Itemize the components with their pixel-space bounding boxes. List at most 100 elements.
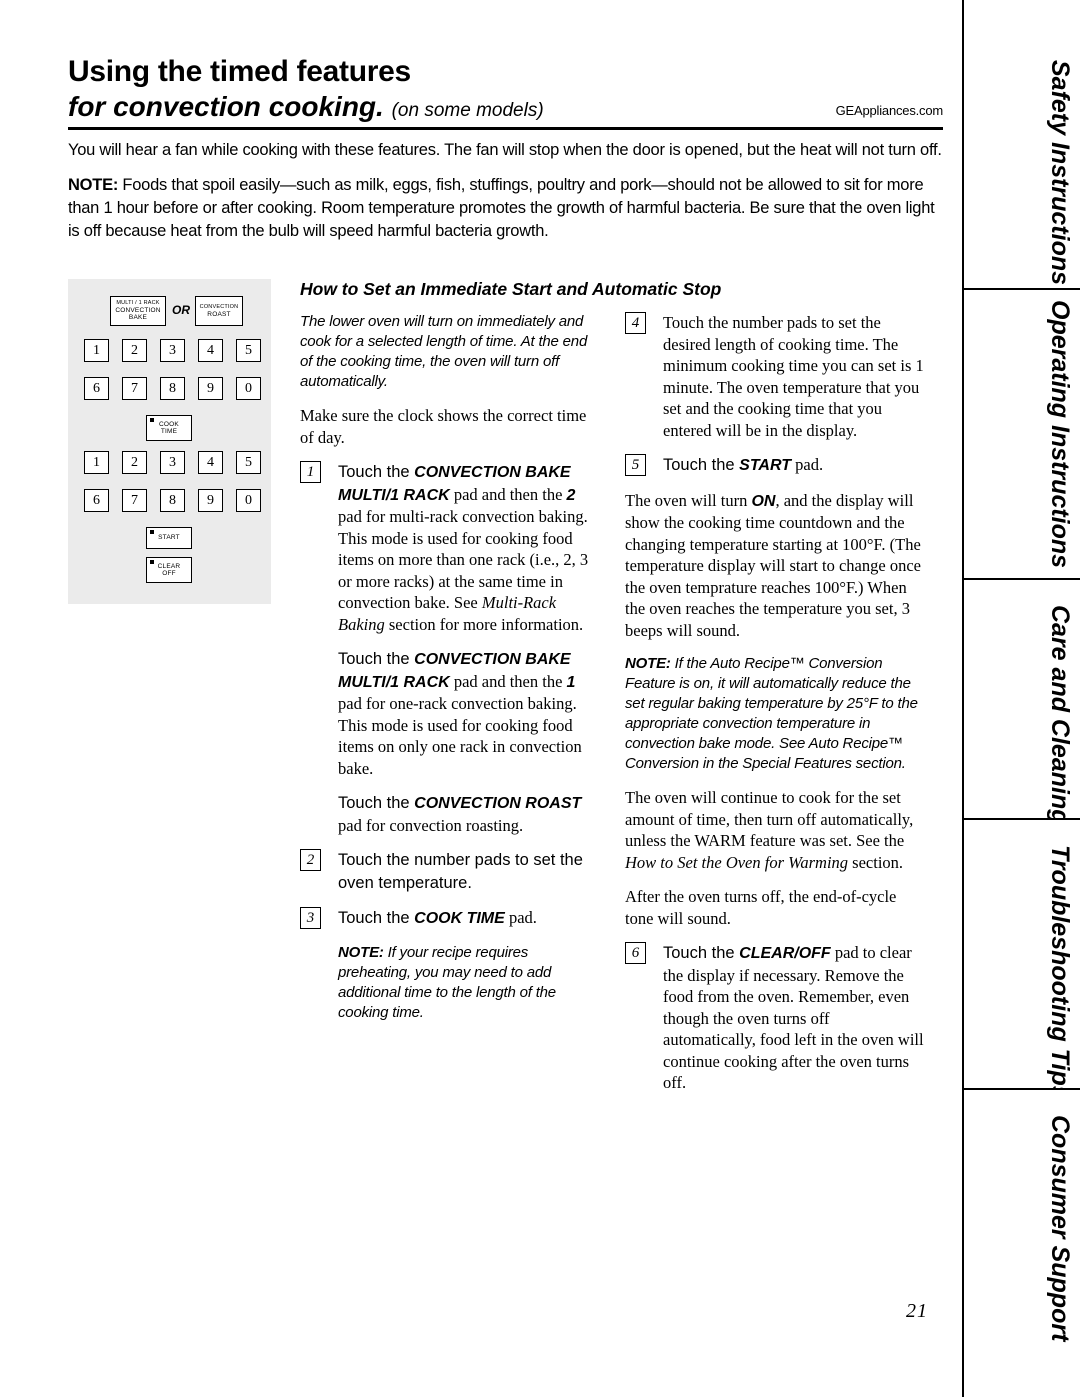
number-pad: 7 (122, 489, 147, 512)
number-pad: 2 (122, 339, 147, 362)
left-paragraph-2: Touch the CONVECTION BAKE MULTI/1 RACK p… (300, 648, 600, 779)
step-5: 5 Touch the START pad. (625, 454, 925, 477)
website-link[interactable]: GEAppliances.com (836, 103, 944, 118)
right-note-text: If the Auto Recipe™ Conversion Feature i… (625, 655, 918, 772)
step-1-number: 1 (300, 461, 321, 483)
right-paragraph-3: After the oven turns off, the end-of-cyc… (625, 887, 897, 928)
step-6-c: pad to clear the display if necessary. R… (663, 943, 924, 1092)
section-heading: How to Set an Immediate Start and Automa… (300, 279, 722, 299)
right-p2-a: The oven will continue to cook for the s… (625, 788, 914, 850)
tab-troubleshooting-tips-label: Troubleshooting Tips (1046, 845, 1074, 1100)
header-divider (68, 127, 943, 130)
right-p2-c: section. (848, 852, 904, 872)
left-pre-step: Make sure the clock shows the correct ti… (300, 406, 587, 447)
tab-care-and-cleaning[interactable]: Care and Cleaning (962, 580, 1080, 825)
step-5-pad-name: START (739, 457, 791, 474)
tab-operating-instructions-label: Operating Instructions (1046, 300, 1074, 569)
left-p3-pad-name: CONVECTION ROAST (414, 795, 582, 812)
step-1: 1 Touch the CONVECTION BAKE MULTI/1 RACK… (300, 461, 600, 635)
tab-troubleshooting-tips[interactable]: Troubleshooting Tips (962, 820, 1080, 1100)
number-pad: 8 (160, 377, 185, 400)
left-p2-a: Touch the (338, 650, 415, 668)
step-1-g: section for more information. (384, 614, 584, 634)
section-tab-bar: Safety Instructions Operating Instructio… (962, 0, 1080, 1397)
step-2-number: 2 (300, 849, 321, 871)
step-1-a: Touch the (338, 463, 415, 481)
number-pad: 4 (198, 451, 223, 474)
number-pad: 9 (198, 489, 223, 512)
page-title-models: (on some models) (391, 100, 544, 121)
left-p2-pad-number: 1 (566, 673, 576, 691)
pad-label-start: START (158, 534, 180, 541)
tab-care-and-cleaning-label: Care and Cleaning (1046, 605, 1074, 825)
pad-label-multirack-2: CONVECTION (115, 307, 161, 314)
step-3: 3 Touch the COOK TIME pad. (300, 907, 600, 930)
page-title-line1: Using the timed features (68, 55, 411, 88)
clear-off-indicator-dot (150, 560, 154, 564)
step-1-pad-number: 2 (566, 486, 576, 504)
pad-label-roast-2: ROAST (207, 311, 231, 318)
number-pad: 2 (122, 451, 147, 474)
number-pad: 5 (236, 451, 261, 474)
page-number: 21 (906, 1300, 928, 1322)
number-pad: 9 (198, 377, 223, 400)
step-1-c: pad and then the (449, 484, 567, 504)
page-header: Using the timed features for convection … (68, 55, 943, 127)
right-p1-a: The oven will turn (625, 490, 752, 510)
page-title-line2-main: for convection cooking. (68, 91, 384, 122)
number-pad: 6 (84, 489, 109, 512)
step-6-a: Touch the (663, 944, 740, 962)
right-column: 4 Touch the number pads to set the desir… (625, 312, 925, 1107)
right-note-label: NOTE: (625, 655, 671, 672)
start-indicator-dot (150, 530, 154, 534)
intro-paragraph-2: NOTE: Foods that spoil easily—such as mi… (68, 174, 943, 243)
step-5-number: 5 (625, 454, 646, 476)
pad-convection-roast: CONVECTION ROAST (195, 296, 243, 326)
pad-label-cook: COOK (159, 421, 179, 428)
intro-note-label: NOTE: (68, 176, 119, 194)
step-6-number: 6 (625, 942, 646, 964)
pad-convection-bake-multi-1-rack: MULTI / 1 RACK CONVECTION BAKE (110, 296, 166, 326)
left-note: NOTE: If your recipe requires preheating… (300, 943, 600, 1023)
tab-safety-instructions[interactable]: Safety Instructions (962, 0, 1080, 290)
right-p1-on: ON (751, 492, 776, 510)
left-p2-e: pad for one-rack convection baking. This… (338, 694, 582, 778)
pad-label-multirack-3: BAKE (128, 314, 148, 321)
step-6-pad-name: CLEAR/OFF (739, 945, 831, 962)
step-4-text: Touch the number pads to set the desired… (663, 313, 924, 440)
tab-operating-instructions[interactable]: Operating Instructions (962, 290, 1080, 580)
right-paragraph-1: The oven will turn ON, and the display w… (625, 490, 925, 642)
step-5-a: Touch the (663, 456, 740, 474)
number-pad: 1 (84, 339, 109, 362)
number-pad: 6 (84, 377, 109, 400)
number-pad: 5 (236, 339, 261, 362)
pad-label-clear: CLEAR (157, 563, 181, 570)
page-title-line2: for convection cooking. (on some models) (68, 91, 943, 127)
tab-safety-instructions-label: Safety Instructions (1046, 60, 1074, 286)
step-2-text: Touch the number pads to set the oven te… (338, 851, 583, 892)
number-pad: 0 (236, 377, 261, 400)
tab-consumer-support-label: Consumer Support (1046, 1115, 1074, 1342)
left-p2-c: pad and then the (449, 671, 567, 691)
left-note-label: NOTE: (338, 943, 384, 961)
number-pad: 0 (236, 489, 261, 512)
step-3-number: 3 (300, 907, 321, 929)
tab-consumer-support[interactable]: Consumer Support (962, 1090, 1080, 1397)
keypad-illustration: MULTI / 1 RACK CONVECTION BAKE OR CONVEC… (68, 279, 271, 604)
number-pad: 7 (122, 377, 147, 400)
number-pad: 4 (198, 339, 223, 362)
step-5-c: pad. (791, 455, 824, 474)
pad-label-multirack-1: MULTI / 1 RACK (116, 300, 160, 306)
step-3-pad-name: COOK TIME (414, 910, 505, 927)
right-p1-c: , and the display will show the cooking … (625, 490, 921, 640)
right-paragraph-2: The oven will continue to cook for the s… (625, 787, 925, 873)
left-p3-c: pad for convection roasting. (338, 815, 524, 835)
number-pad: 1 (84, 451, 109, 474)
right-p2-reference: How to Set the Oven for Warming (625, 852, 849, 872)
cook-time-indicator-dot (150, 418, 154, 422)
step-4: 4 Touch the number pads to set the desir… (625, 312, 925, 441)
left-intro-italic: The lower oven will turn on immediately … (300, 313, 588, 390)
pad-label-time: TIME (160, 428, 178, 435)
step-6: 6 Touch the CLEAR/OFF pad to clear the d… (625, 942, 925, 1094)
step-3-a: Touch the (338, 909, 415, 927)
